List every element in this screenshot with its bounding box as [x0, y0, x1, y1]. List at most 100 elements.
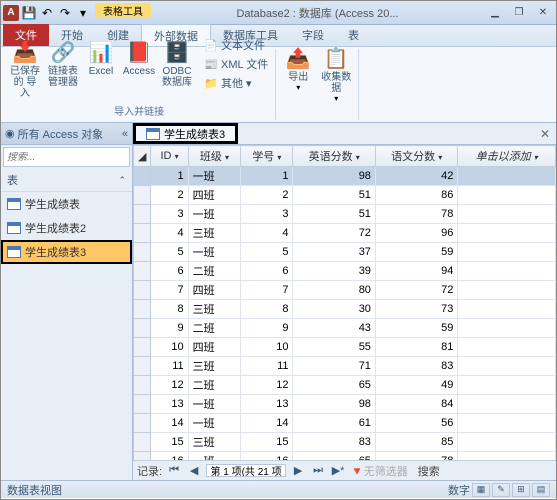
- cell[interactable]: 65: [293, 376, 375, 395]
- cell[interactable]: 37: [293, 243, 375, 262]
- cell[interactable]: 13: [151, 395, 188, 414]
- cell[interactable]: 一班: [188, 205, 241, 224]
- cell[interactable]: 6: [241, 262, 293, 281]
- cell[interactable]: 8: [151, 300, 188, 319]
- cell[interactable]: 14: [241, 414, 293, 433]
- last-record-button[interactable]: ⏭: [310, 464, 326, 478]
- cell[interactable]: 15: [151, 433, 188, 452]
- datasheet-grid[interactable]: ◢ID ▾班级 ▾学号 ▾英语分数 ▾语文分数 ▾单击以添加 ▾ 1一班1984…: [133, 145, 556, 460]
- table-row[interactable]: 9二班94359: [134, 319, 556, 338]
- view-design-button[interactable]: ✎: [492, 483, 510, 497]
- cell[interactable]: 96: [375, 224, 457, 243]
- cell[interactable]: 14: [151, 414, 188, 433]
- cell[interactable]: 三班: [188, 224, 241, 243]
- cell[interactable]: 3: [241, 205, 293, 224]
- cell[interactable]: 二班: [188, 376, 241, 395]
- qat-dropdown-icon[interactable]: ▾: [75, 5, 91, 21]
- cell[interactable]: 11: [241, 357, 293, 376]
- cell[interactable]: 7: [151, 281, 188, 300]
- export-button[interactable]: 📤导出▾: [280, 42, 316, 105]
- cell[interactable]: 59: [375, 319, 457, 338]
- access-button[interactable]: 📕Access: [121, 36, 157, 101]
- row-selector[interactable]: [134, 262, 151, 281]
- row-selector[interactable]: [134, 338, 151, 357]
- table-row[interactable]: 14一班146156: [134, 414, 556, 433]
- nav-item-table-3[interactable]: 学生成绩表3: [1, 240, 132, 264]
- table-row[interactable]: 4三班47296: [134, 224, 556, 243]
- column-header[interactable]: 英语分数 ▾: [293, 146, 375, 167]
- table-row[interactable]: 3一班35178: [134, 205, 556, 224]
- cell[interactable]: 65: [293, 452, 375, 461]
- row-selector[interactable]: [134, 224, 151, 243]
- cell[interactable]: 1: [151, 167, 188, 186]
- table-row[interactable]: 10四班105581: [134, 338, 556, 357]
- row-selector[interactable]: [134, 452, 151, 461]
- row-selector[interactable]: [134, 205, 151, 224]
- cell[interactable]: 三班: [188, 357, 241, 376]
- document-tab[interactable]: 学生成绩表3: [133, 123, 238, 144]
- nav-search-input[interactable]: [7, 152, 141, 163]
- cell[interactable]: 43: [293, 319, 375, 338]
- cell[interactable]: 71: [293, 357, 375, 376]
- cell[interactable]: 9: [151, 319, 188, 338]
- cell[interactable]: 81: [375, 338, 457, 357]
- cell[interactable]: 二班: [188, 262, 241, 281]
- next-record-button[interactable]: ▶: [290, 464, 306, 478]
- cell[interactable]: 一班: [188, 243, 241, 262]
- row-selector[interactable]: [134, 243, 151, 262]
- cell[interactable]: 94: [375, 262, 457, 281]
- record-position-input[interactable]: [206, 464, 286, 477]
- cell[interactable]: 三班: [188, 433, 241, 452]
- cell[interactable]: 61: [293, 414, 375, 433]
- cell[interactable]: 55: [293, 338, 375, 357]
- nav-search[interactable]: 🔍: [3, 147, 130, 167]
- table-row[interactable]: 15三班158385: [134, 433, 556, 452]
- cell[interactable]: 4: [241, 224, 293, 243]
- cell[interactable]: 10: [241, 338, 293, 357]
- table-row[interactable]: 11三班117183: [134, 357, 556, 376]
- cell[interactable]: 72: [375, 281, 457, 300]
- cell[interactable]: 51: [293, 205, 375, 224]
- section-collapse-icon[interactable]: ⌃: [118, 175, 126, 186]
- close-button[interactable]: ✕: [532, 5, 554, 21]
- save-icon[interactable]: 💾: [21, 5, 37, 21]
- cell[interactable]: 6: [151, 262, 188, 281]
- nav-section-tables[interactable]: 表⌃: [1, 169, 132, 192]
- cell[interactable]: 四班: [188, 281, 241, 300]
- cell[interactable]: 四班: [188, 338, 241, 357]
- new-record-button[interactable]: ▶*: [330, 464, 346, 478]
- cell[interactable]: 86: [375, 186, 457, 205]
- cell[interactable]: 56: [375, 414, 457, 433]
- minimize-button[interactable]: ▁: [484, 5, 506, 21]
- cell[interactable]: 15: [241, 433, 293, 452]
- cell[interactable]: 二班: [188, 319, 241, 338]
- select-all-cell[interactable]: ◢: [134, 146, 151, 167]
- cell[interactable]: 59: [375, 243, 457, 262]
- odbc-button[interactable]: 🗄️ODBC 数据库: [159, 36, 195, 101]
- cell[interactable]: 9: [241, 319, 293, 338]
- table-row[interactable]: 16一班166578: [134, 452, 556, 461]
- column-header[interactable]: 语文分数 ▾: [375, 146, 457, 167]
- cell[interactable]: 42: [375, 167, 457, 186]
- collect-data-button[interactable]: 📋收集数据▾: [318, 42, 354, 105]
- undo-icon[interactable]: ↶: [39, 5, 55, 21]
- other-button[interactable]: 📁其他▾: [201, 74, 271, 92]
- table-row[interactable]: 6二班63994: [134, 262, 556, 281]
- nav-expand-icon[interactable]: ◉: [5, 127, 15, 140]
- column-header[interactable]: 学号 ▾: [241, 146, 293, 167]
- excel-button[interactable]: 📊Excel: [83, 36, 119, 101]
- cell[interactable]: 83: [293, 433, 375, 452]
- cell[interactable]: 一班: [188, 452, 241, 461]
- cell[interactable]: 16: [151, 452, 188, 461]
- row-selector[interactable]: [134, 433, 151, 452]
- prev-record-button[interactable]: ◀: [186, 464, 202, 478]
- cell[interactable]: 16: [241, 452, 293, 461]
- view-layout-button[interactable]: ▤: [532, 483, 550, 497]
- cell[interactable]: 3: [151, 205, 188, 224]
- cell[interactable]: 83: [375, 357, 457, 376]
- nav-item-table-2[interactable]: 学生成绩表2: [1, 216, 132, 240]
- restore-button[interactable]: ❐: [508, 5, 530, 21]
- table-row[interactable]: 8三班83073: [134, 300, 556, 319]
- cell[interactable]: 三班: [188, 300, 241, 319]
- row-selector[interactable]: [134, 395, 151, 414]
